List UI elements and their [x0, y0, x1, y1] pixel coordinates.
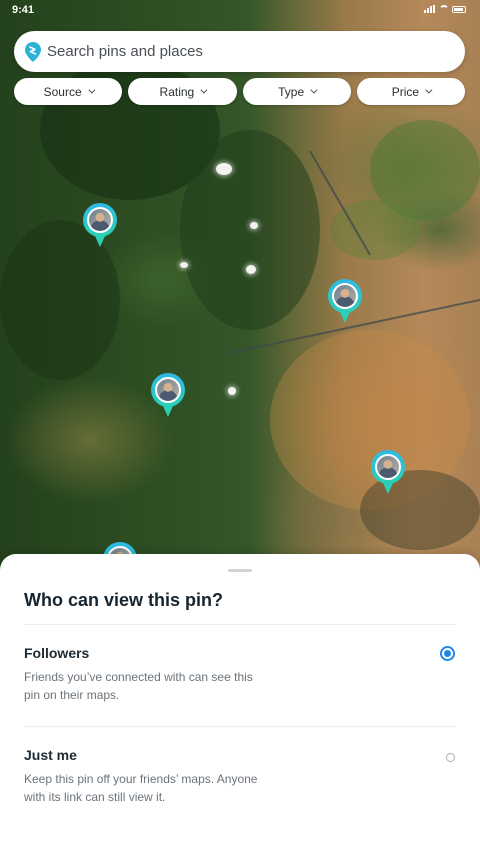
status-bar: 9:41: [0, 0, 480, 22]
forest-patch: [180, 130, 320, 330]
option-just-me[interactable]: Just me Keep this pin off your friends’ …: [0, 747, 480, 837]
app-logo-icon: [25, 41, 41, 62]
filter-label: Price: [391, 84, 420, 99]
divider: [24, 726, 456, 727]
filter-bar: Source Rating Type Price: [14, 78, 465, 105]
filter-source[interactable]: Source: [14, 78, 123, 105]
avatar: [375, 454, 401, 480]
filter-rating[interactable]: Rating: [128, 78, 237, 105]
option-description: Keep this pin off your friends’ maps. An…: [24, 772, 258, 804]
filter-price[interactable]: Price: [356, 78, 465, 105]
filter-type[interactable]: Type: [242, 78, 351, 105]
radio-unselected[interactable]: [446, 753, 455, 762]
option-followers[interactable]: Followers Friends you’ve connected with …: [0, 645, 480, 735]
sheet-drag-handle[interactable]: [228, 569, 252, 572]
battery-icon: [452, 5, 466, 13]
avatar: [87, 207, 113, 233]
snow-peak: [250, 222, 258, 229]
snow-peak: [180, 262, 188, 268]
chevron-down-icon: [88, 86, 96, 94]
option-description: Friends you’ve connected with can see th…: [24, 670, 253, 702]
avatar: [155, 377, 181, 403]
map-pin[interactable]: [371, 450, 405, 496]
map-pin[interactable]: [328, 279, 362, 325]
sheet-title: Who can view this pin?: [24, 590, 224, 610]
search-bar[interactable]: [14, 31, 465, 72]
snow-peak: [246, 265, 256, 274]
snow-peak: [228, 387, 236, 395]
divider: [24, 624, 456, 625]
option-title: Just me: [24, 747, 77, 763]
filter-label: Source: [43, 84, 82, 99]
map-pin[interactable]: [83, 203, 117, 249]
status-time: 9:41: [12, 4, 35, 16]
avatar: [332, 283, 358, 309]
status-icons: [424, 5, 466, 13]
filter-label: Rating: [159, 84, 195, 99]
signal-icon: [424, 5, 436, 13]
option-title: Followers: [24, 645, 90, 661]
chevron-down-icon: [310, 86, 318, 94]
chevron-down-icon: [425, 86, 433, 94]
radio-selected[interactable]: [440, 646, 455, 661]
snow-peak: [216, 163, 232, 175]
filter-label: Type: [278, 84, 305, 99]
map-pin[interactable]: [151, 373, 185, 419]
chevron-down-icon: [200, 86, 208, 94]
search-input[interactable]: [47, 43, 465, 60]
wifi-icon: [439, 5, 449, 13]
visibility-bottom-sheet: Who can view this pin? Followers Friends…: [0, 554, 480, 853]
